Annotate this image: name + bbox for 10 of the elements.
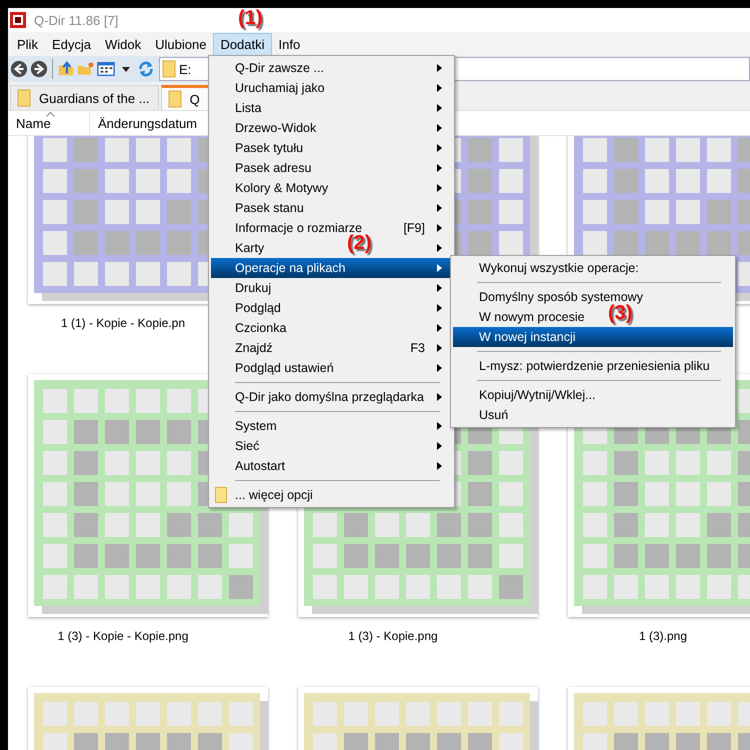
step-annotation: (3)	[608, 302, 632, 325]
step-annotation: (1)	[238, 6, 262, 30]
shortcut-label: [F9]	[403, 221, 425, 235]
step-annotation: (2)	[347, 232, 372, 255]
file-name: 1 (3) - Kopie - Kopie.png	[58, 629, 188, 643]
file-name: 1 (3) - Kopie.png	[348, 629, 438, 643]
file-name: 1 (1) - Kopie - Kopie.pn	[60, 316, 186, 330]
window-title: Q-Dir 11.86 [7]	[34, 12, 118, 28]
shortcut-label: F3	[410, 341, 425, 355]
file-name: 1 (3).png	[638, 629, 688, 643]
